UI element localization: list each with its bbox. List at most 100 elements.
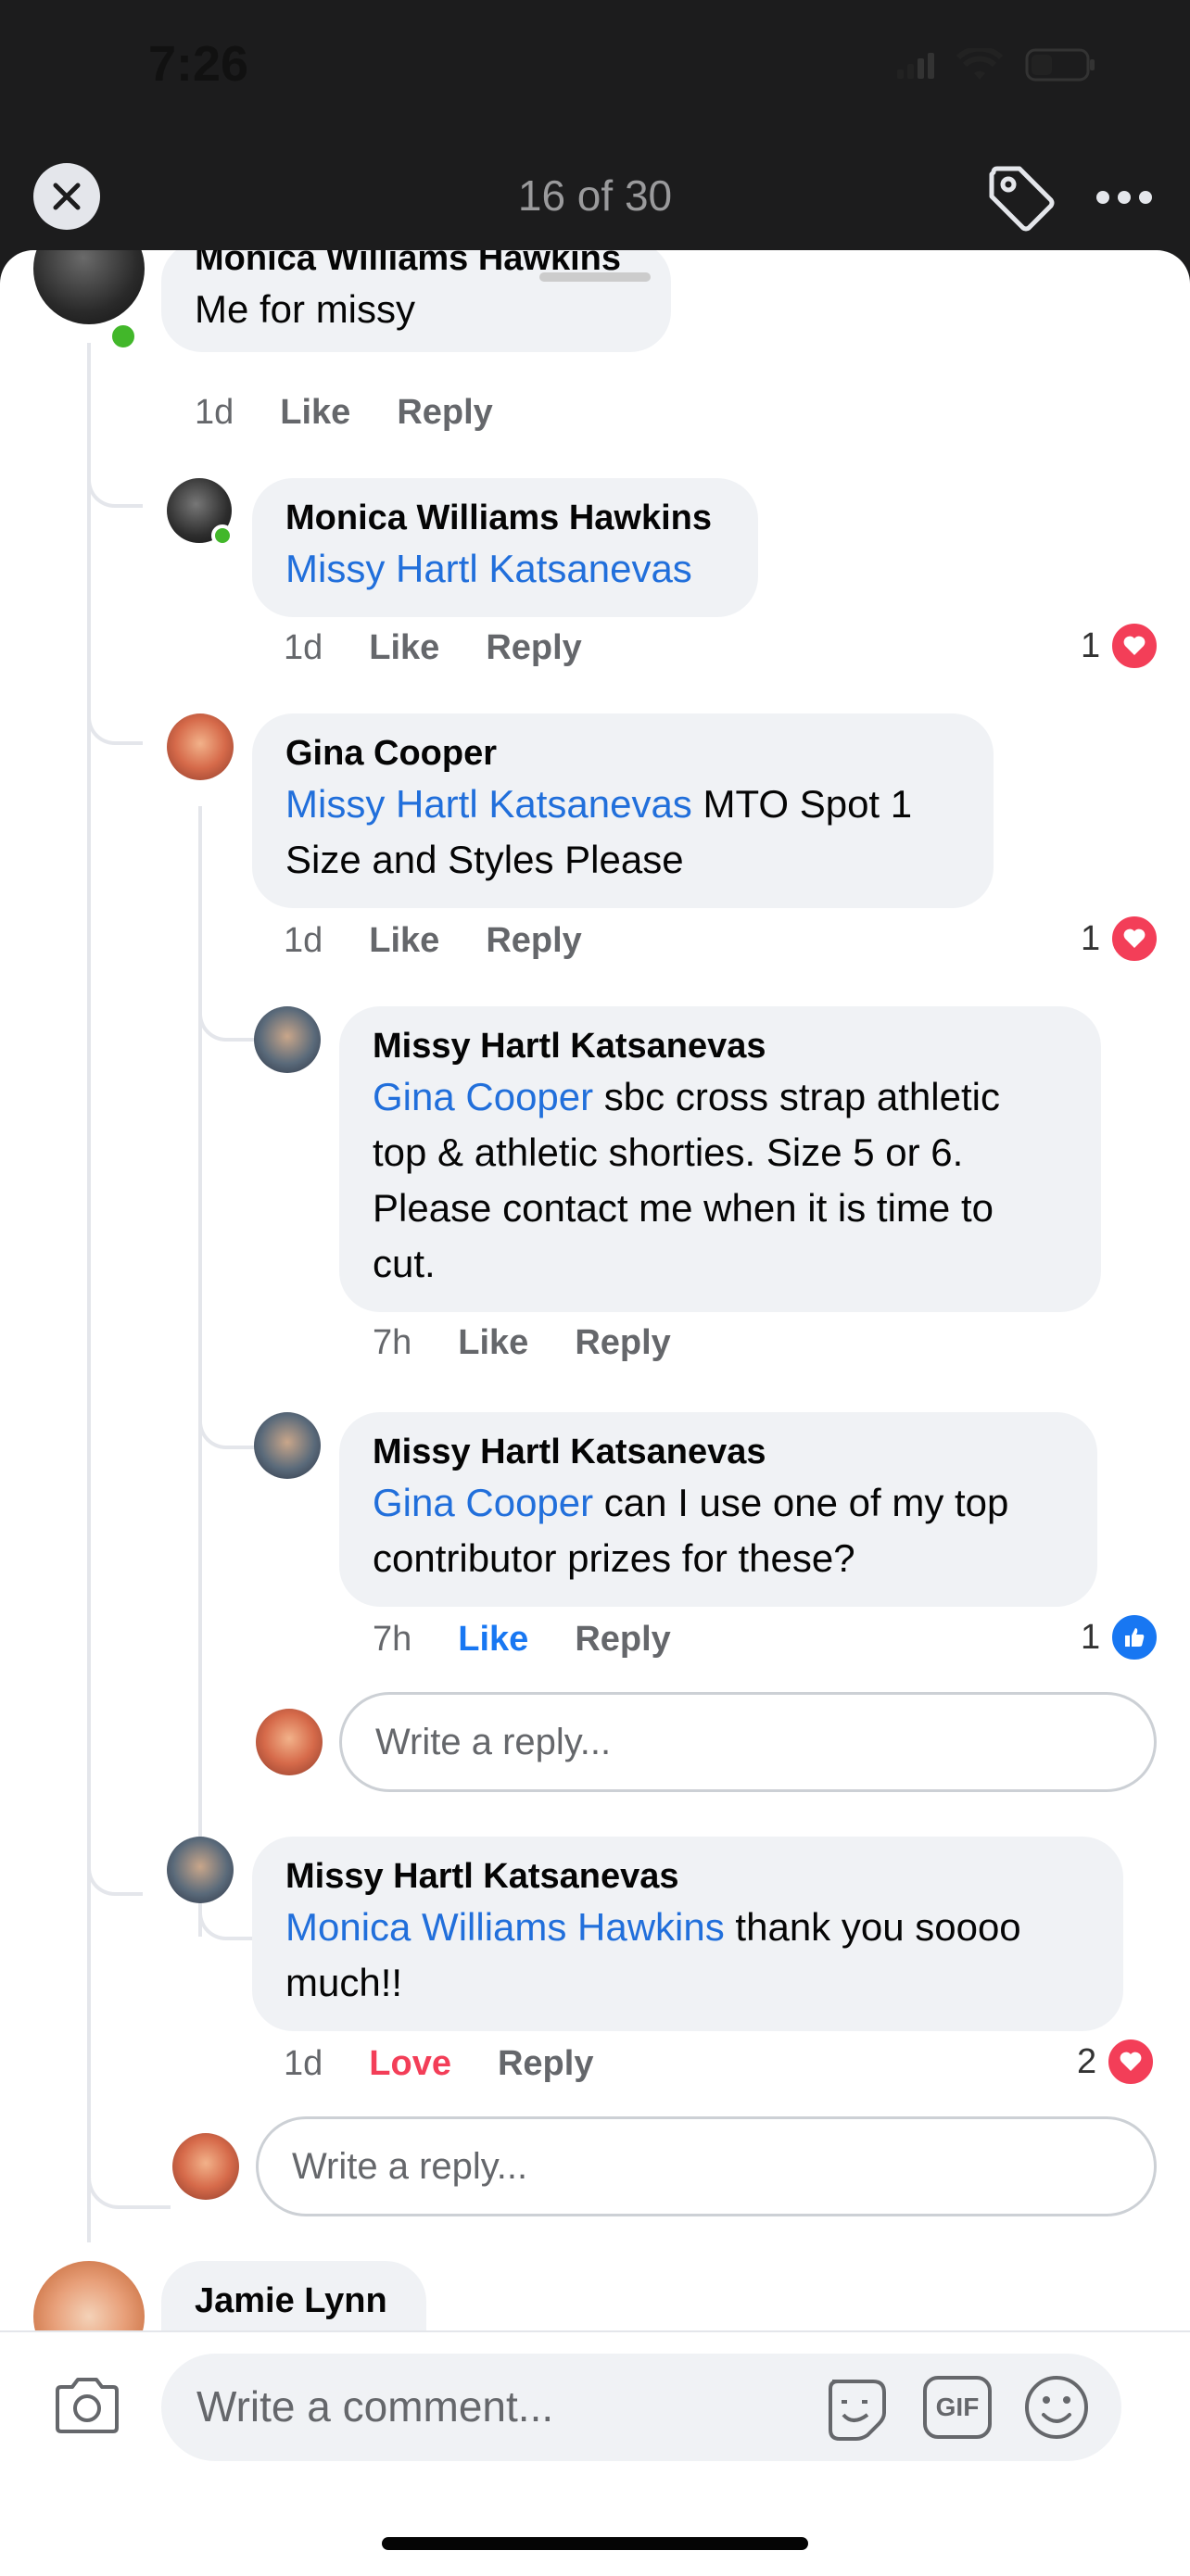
reply-button[interactable]: Reply <box>486 921 581 961</box>
comment-bubble[interactable]: Gina Cooper Missy Hartl Katsanevas MTO S… <box>252 713 994 908</box>
camera-button[interactable] <box>52 2374 122 2441</box>
comment-meta: 7h Like Reply <box>373 1620 717 1660</box>
mention-link[interactable]: Gina Cooper <box>373 1075 593 1118</box>
reply-button[interactable]: Reply <box>486 628 581 668</box>
comments-sheet[interactable]: Monica Williams Hawkins Me for missy 1d … <box>0 250 1190 2574</box>
comment-placeholder: Write a comment... <box>196 2382 554 2431</box>
camera-icon <box>56 2378 119 2433</box>
battery-icon <box>1025 48 1095 82</box>
gif-button[interactable]: GIF <box>923 2376 992 2439</box>
thread-connector <box>198 1416 254 1449</box>
comment-author[interactable]: Monica Williams Hawkins <box>285 495 725 541</box>
comment-text: can I use one of my top <box>593 1481 1009 1524</box>
reaction-count[interactable]: 1 <box>1081 1612 1160 1662</box>
comment-time: 1d <box>284 628 323 667</box>
comment-meta: 1d Like Reply <box>284 921 628 961</box>
comment-text: much!! <box>285 1961 403 2004</box>
comment-bubble[interactable]: Missy Hartl Katsanevas Monica Williams H… <box>252 1837 1123 2031</box>
status-time: 7:26 <box>148 36 249 92</box>
reply-input[interactable]: Write a reply... <box>339 1692 1157 1792</box>
emoji-button[interactable] <box>1021 2372 1092 2443</box>
like-button[interactable]: Like <box>369 628 439 668</box>
heart-icon <box>1109 914 1160 964</box>
comment-bubble[interactable]: Missy Hartl Katsanevas Gina Cooper can I… <box>339 1412 1097 1607</box>
thread-connector <box>198 1008 254 1042</box>
reply-button[interactable]: Reply <box>498 2044 593 2084</box>
comment-text: top & athletic shorties. Size 5 or 6. <box>373 1130 964 1174</box>
mention-link[interactable]: Monica Williams Hawkins <box>285 1905 725 1949</box>
comment-text: Me for missy <box>195 287 416 331</box>
comment-text: Size and Styles Please <box>285 838 684 881</box>
comment-time: 7h <box>373 1323 412 1362</box>
comment-meta: 7h Like Reply <box>373 1323 717 1363</box>
comment-text: cut. <box>373 1242 436 1285</box>
reaction-count[interactable]: 1 <box>1081 621 1160 671</box>
sticker-button[interactable] <box>819 2370 893 2444</box>
thread-connector <box>87 2150 171 2209</box>
reply-input[interactable]: Write a reply... <box>256 2116 1157 2216</box>
tag-icon <box>989 166 1055 232</box>
reply-placeholder: Write a reply... <box>375 1721 612 1762</box>
love-button[interactable]: Love <box>369 2044 451 2084</box>
thread-line-main <box>87 343 91 2242</box>
comment-time: 7h <box>373 1620 412 1659</box>
avatar <box>256 1709 323 1775</box>
thread-line-nested <box>198 806 202 1937</box>
more-icon <box>1096 191 1152 204</box>
gif-icon: GIF <box>935 2393 980 2421</box>
tag-button[interactable] <box>982 159 1060 237</box>
avatar[interactable] <box>254 1412 321 1479</box>
comment-bubble[interactable]: Monica Williams Hawkins Missy Hartl Kats… <box>252 478 758 617</box>
sheet-grabber[interactable] <box>539 272 651 282</box>
heart-icon <box>1106 2037 1157 2087</box>
comment-author[interactable]: Missy Hartl Katsanevas <box>373 1429 1064 1475</box>
avatar <box>172 2133 239 2200</box>
thread-connector <box>198 1909 256 1940</box>
comment-text: MTO Spot 1 <box>691 782 913 826</box>
comment-author[interactable]: Missy Hartl Katsanevas <box>373 1023 1068 1069</box>
thread-connector <box>87 1863 143 1896</box>
signal-icon <box>897 53 934 79</box>
avatar[interactable] <box>167 1837 234 1903</box>
comment-text: thank you soooo <box>724 1905 1021 1949</box>
avatar[interactable] <box>254 1006 321 1073</box>
reply-button[interactable]: Reply <box>575 1620 670 1660</box>
like-button[interactable]: Like <box>280 393 350 433</box>
mention-link[interactable]: Missy Hartl Katsanevas <box>285 782 692 826</box>
comment-time: 1d <box>284 2044 323 2083</box>
avatar[interactable] <box>33 250 145 324</box>
comment-time: 1d <box>284 921 323 960</box>
like-button[interactable]: Like <box>458 1323 528 1363</box>
comment-time: 1d <box>195 393 234 432</box>
online-indicator <box>211 524 234 547</box>
like-button[interactable]: Like <box>369 921 439 961</box>
reply-button[interactable]: Reply <box>575 1323 670 1363</box>
comment-text: Please contact me when it is time to <box>373 1186 994 1230</box>
mention-link[interactable]: Gina Cooper <box>373 1481 593 1524</box>
reply-button[interactable]: Reply <box>397 393 492 433</box>
like-button[interactable]: Like <box>458 1620 528 1660</box>
comment-bubble[interactable]: Monica Williams Hawkins Me for missy <box>161 250 671 352</box>
thread-connector <box>87 474 143 508</box>
status-icons <box>897 48 1097 82</box>
avatar[interactable] <box>167 713 234 780</box>
comment-meta: 1d Like Reply <box>284 628 628 668</box>
comment-author[interactable]: Jamie Lynn <box>195 2278 393 2324</box>
reaction-count[interactable]: 1 <box>1081 914 1160 964</box>
more-button[interactable] <box>1090 172 1158 222</box>
reaction-count[interactable]: 2 <box>1077 2037 1157 2087</box>
comment-text: contributor prizes for these? <box>373 1536 855 1580</box>
sticker-icon <box>829 2380 886 2441</box>
comment-author[interactable]: Missy Hartl Katsanevas <box>285 1853 1090 1900</box>
comment-text: sbc cross strap athletic <box>593 1075 1000 1118</box>
mention-link[interactable]: Missy Hartl Katsanevas <box>285 547 692 590</box>
comment-bubble[interactable]: Missy Hartl Katsanevas Gina Cooper sbc c… <box>339 1006 1101 1312</box>
thumbs-up-icon <box>1109 1612 1160 1662</box>
thread-connector <box>87 712 143 745</box>
comment-author[interactable]: Gina Cooper <box>285 730 960 777</box>
home-indicator[interactable] <box>382 2537 808 2550</box>
reply-placeholder: Write a reply... <box>292 2145 528 2187</box>
emoji-icon <box>1025 2376 1088 2439</box>
heart-icon <box>1109 621 1160 671</box>
wifi-icon <box>956 48 1003 80</box>
